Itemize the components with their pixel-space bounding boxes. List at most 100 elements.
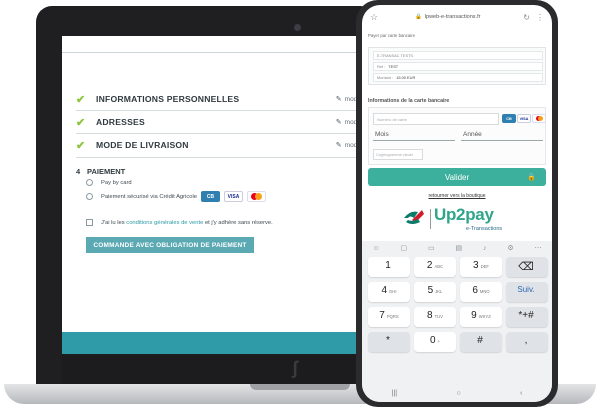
info-label: E-TRANSAC TESTS (377, 53, 414, 58)
info-label: Ref : (377, 64, 386, 69)
step-delivery[interactable]: ✔ MODE DE LIVRAISON ✎ modifi (76, 134, 362, 156)
payment-title: PAIEMENT (87, 167, 126, 176)
symbols-key[interactable]: *+# (506, 307, 548, 327)
laptop-notch (250, 384, 350, 390)
home-icon[interactable]: ○ (456, 390, 460, 397)
laptop-screen: ✔ INFORMATIONS PERSONNELLES ✎ modifi ✔ AD… (62, 36, 362, 384)
key-label: 0 (429, 335, 436, 346)
pencil-icon: ✎ (335, 96, 342, 103)
key-3[interactable]: 3 DEF (460, 257, 502, 277)
key-star[interactable]: * (368, 332, 410, 352)
info-row: E-TRANSAC TESTS (373, 51, 543, 60)
key-label: 3 (473, 260, 479, 271)
key-2[interactable]: 2 ABC (414, 257, 456, 277)
back-icon[interactable]: ‹ (520, 390, 522, 397)
page-caption: Payer par carte bancaire (368, 33, 416, 38)
key-6[interactable]: 6 MNO (460, 282, 502, 302)
key-4[interactable]: 4 GHI (368, 282, 410, 302)
key-0[interactable]: 0 + (414, 332, 456, 352)
step-addresses[interactable]: ✔ ADRESSES ✎ modifi (76, 111, 362, 133)
order-button[interactable]: COMMANDE AVEC OBLIGATION DE PAIEMENT (86, 237, 254, 253)
expiry-month-select[interactable]: Mois (373, 129, 455, 141)
key-label: # (477, 335, 483, 346)
payment-step-number: 4 (76, 167, 81, 176)
pencil-icon: ✎ (335, 119, 342, 126)
info-row: Ref : TEST (373, 62, 543, 71)
payment-heading: 4 PAIEMENT (76, 167, 125, 176)
key-letters: ABC (434, 264, 444, 269)
key-label: Suiv. (517, 285, 535, 294)
terms-link[interactable]: conditions générales de vente (126, 220, 203, 226)
option-credit-agricole[interactable]: Paiement sécurisé via Crédit Agricole CB… (86, 191, 267, 202)
next-key[interactable]: Suiv. (506, 282, 548, 302)
back-to-shop-link[interactable]: retourner vers la boutique (362, 193, 552, 199)
card-section-title: Informations de la carte bancaire (368, 98, 450, 104)
radio-button[interactable] (86, 193, 93, 200)
step-title: INFORMATIONS PERSONNELLES (96, 94, 240, 104)
mastercard-icon (532, 114, 546, 123)
key-8[interactable]: 8 TUV (414, 307, 456, 327)
product-mockup: ✔ INFORMATIONS PERSONNELLES ✎ modifi ✔ AD… (0, 0, 600, 413)
key-letters: + (437, 339, 440, 344)
key-1[interactable]: 1 (368, 257, 410, 277)
key-letters: GHI (389, 289, 397, 294)
key-label: 4 (381, 285, 388, 296)
key-label: *+# (518, 310, 534, 321)
pencil-icon: ✎ (335, 142, 342, 149)
mic-icon[interactable]: ♪ (483, 245, 487, 252)
key-hash[interactable]: # (460, 332, 502, 352)
star-icon[interactable]: ☆ (370, 12, 378, 23)
validate-label: Valider (444, 172, 470, 182)
step-divider (76, 157, 362, 158)
radio-button[interactable] (86, 179, 93, 186)
key-label: , (524, 335, 528, 346)
terms-checkbox-row[interactable]: J'ai lu les conditions générales de vent… (86, 219, 273, 226)
more-icon[interactable]: ⋮ (536, 13, 544, 22)
sticker-icon[interactable]: ▢ (400, 244, 407, 252)
brand-name: Up2pay (434, 205, 494, 224)
terms-checkbox[interactable] (86, 219, 93, 226)
option-pay-by-card[interactable]: Pay by card (86, 179, 132, 186)
brand-divider (430, 209, 431, 229)
key-letters: JKL (435, 289, 443, 294)
gif-icon[interactable]: ▭ (428, 244, 435, 252)
key-label: ⌫ (518, 261, 534, 273)
android-nav-bar: ||| ○ ‹ (362, 384, 552, 402)
key-label: 8 (427, 310, 433, 321)
key-9[interactable]: 9 WXYZ (460, 307, 502, 327)
key-label: 5 (427, 285, 434, 296)
backspace-key[interactable]: ⌫ (506, 257, 548, 277)
expiry-year-select[interactable]: Année (461, 129, 543, 141)
key-label: 7 (379, 310, 385, 321)
visa-card-icon: VISA (224, 191, 244, 202)
terms-suffix: et j'y adhère sans réserve. (204, 219, 273, 226)
option-label: Pay by card (101, 179, 132, 186)
footer-band (62, 332, 362, 354)
info-value: TEST (388, 64, 399, 69)
clipboard-icon[interactable]: ▤ (455, 244, 462, 252)
key-label: * (386, 335, 390, 346)
validate-button[interactable]: Valider 🔒 (368, 168, 546, 186)
key-letters: MNO (479, 289, 490, 294)
key-7[interactable]: 7 PQRS (368, 307, 410, 327)
card-number-input[interactable]: Numéro de carte (373, 113, 499, 125)
key-letters: TUV (434, 314, 443, 319)
more-icon[interactable]: ⋯ (535, 244, 542, 252)
reload-icon[interactable]: ↻ (523, 13, 530, 22)
key-letters: PQRS (386, 314, 399, 319)
key-comma[interactable]: , (506, 332, 548, 352)
browser-url-bar[interactable]: ☆ 🔒 lpweb-e-transactions.fr ↻ ⋮ (362, 5, 552, 29)
settings-icon[interactable]: ⚙ (507, 244, 513, 252)
footer-dark: ʃ (62, 354, 362, 384)
cvv-input[interactable]: Cryptogramme visuel (373, 149, 423, 160)
emoji-icon[interactable]: ☺ (372, 245, 379, 252)
card-form: Numéro de carte CB VISA Mois Année Crypt… (368, 107, 546, 165)
check-icon: ✔ (76, 93, 86, 106)
recent-apps-icon[interactable]: ||| (392, 390, 397, 397)
top-divider (62, 52, 362, 53)
url-text: lpweb-e-transactions.fr (424, 14, 481, 20)
address-field[interactable]: 🔒 lpweb-e-transactions.fr (378, 14, 517, 20)
footer-logo-icon: ʃ (292, 358, 298, 378)
step-personal-info[interactable]: ✔ INFORMATIONS PERSONNELLES ✎ modifi (76, 88, 362, 110)
key-5[interactable]: 5 JKL (414, 282, 456, 302)
